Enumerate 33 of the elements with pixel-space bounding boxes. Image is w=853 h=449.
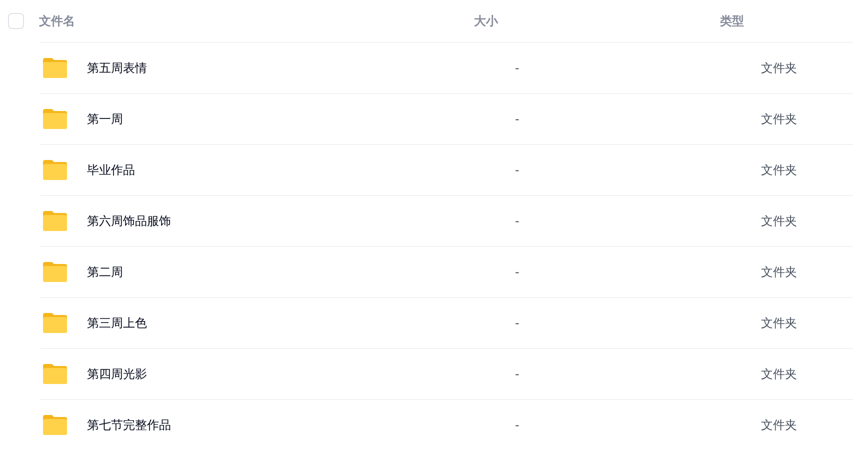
file-name[interactable]: 第五周表情 bbox=[87, 60, 147, 76]
file-name[interactable]: 第一周 bbox=[87, 110, 123, 128]
file-size: - bbox=[515, 418, 520, 432]
file-name[interactable]: 第四周光影 bbox=[87, 366, 147, 382]
file-type: 文件夹 bbox=[761, 162, 797, 178]
folder-icon bbox=[42, 312, 68, 334]
file-size: - bbox=[515, 112, 520, 126]
file-size: - bbox=[515, 367, 520, 381]
file-name[interactable]: 第七节完整作品 bbox=[87, 416, 171, 434]
file-type: 文件夹 bbox=[761, 264, 797, 280]
select-all-checkbox[interactable] bbox=[8, 13, 24, 29]
folder-icon bbox=[42, 210, 68, 232]
file-type: 文件夹 bbox=[761, 110, 797, 128]
file-type: 文件夹 bbox=[761, 366, 797, 382]
file-type: 文件夹 bbox=[761, 314, 797, 332]
folder-icon bbox=[42, 57, 68, 79]
folder-icon bbox=[42, 261, 68, 283]
folder-icon bbox=[42, 159, 68, 181]
file-name[interactable]: 第三周上色 bbox=[87, 314, 147, 332]
file-size: - bbox=[515, 316, 520, 330]
folder-icon bbox=[42, 108, 68, 130]
file-type: 文件夹 bbox=[761, 212, 797, 230]
file-type: 文件夹 bbox=[761, 60, 797, 76]
file-name[interactable]: 第六周饰品服饰 bbox=[87, 212, 171, 230]
folder-icon bbox=[42, 363, 68, 385]
folder-icon bbox=[42, 414, 68, 436]
file-type: 文件夹 bbox=[761, 416, 797, 434]
file-name[interactable]: 毕业作品 bbox=[87, 162, 135, 178]
file-size: - bbox=[515, 163, 520, 177]
file-size: - bbox=[515, 265, 520, 279]
file-size: - bbox=[515, 214, 520, 228]
file-name[interactable]: 第二周 bbox=[87, 264, 123, 280]
file-size: - bbox=[515, 61, 520, 75]
